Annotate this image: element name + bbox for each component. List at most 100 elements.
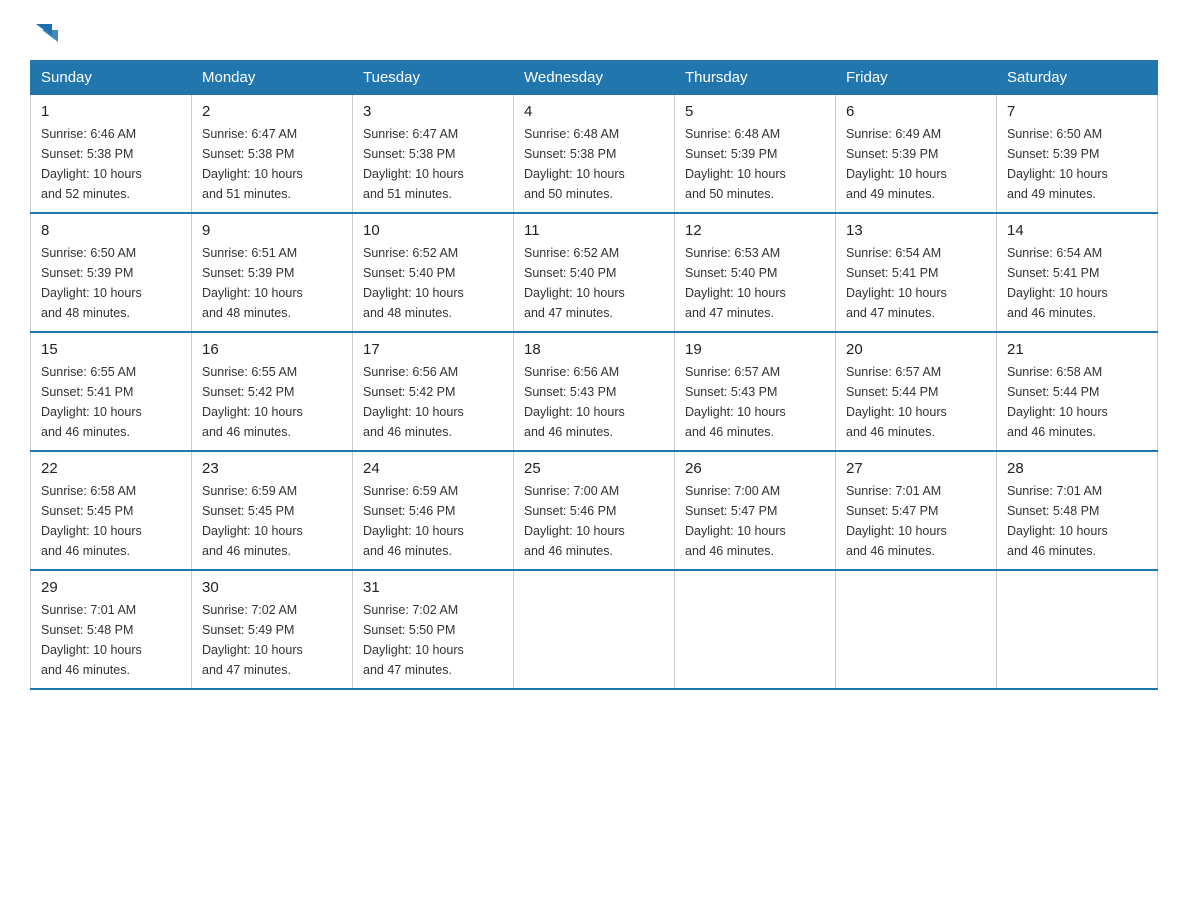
day-number: 24 (363, 460, 503, 477)
calendar-cell: 13 Sunrise: 6:54 AMSunset: 5:41 PMDaylig… (836, 213, 997, 332)
day-info: Sunrise: 6:59 AMSunset: 5:45 PMDaylight:… (202, 481, 342, 561)
day-number: 4 (524, 103, 664, 120)
calendar-cell: 12 Sunrise: 6:53 AMSunset: 5:40 PMDaylig… (675, 213, 836, 332)
day-info: Sunrise: 7:00 AMSunset: 5:46 PMDaylight:… (524, 481, 664, 561)
calendar-cell: 4 Sunrise: 6:48 AMSunset: 5:38 PMDayligh… (514, 95, 675, 214)
day-info: Sunrise: 6:56 AMSunset: 5:43 PMDaylight:… (524, 362, 664, 442)
day-of-week-header: Friday (836, 61, 997, 95)
calendar-cell: 15 Sunrise: 6:55 AMSunset: 5:41 PMDaylig… (31, 332, 192, 451)
day-number: 23 (202, 460, 342, 477)
day-info: Sunrise: 6:57 AMSunset: 5:43 PMDaylight:… (685, 362, 825, 442)
day-number: 31 (363, 579, 503, 596)
day-number: 5 (685, 103, 825, 120)
day-info: Sunrise: 6:46 AMSunset: 5:38 PMDaylight:… (41, 124, 181, 204)
day-of-week-header: Sunday (31, 61, 192, 95)
calendar-cell: 17 Sunrise: 6:56 AMSunset: 5:42 PMDaylig… (353, 332, 514, 451)
day-number: 30 (202, 579, 342, 596)
calendar-cell: 18 Sunrise: 6:56 AMSunset: 5:43 PMDaylig… (514, 332, 675, 451)
day-of-week-header: Tuesday (353, 61, 514, 95)
calendar-cell: 27 Sunrise: 7:01 AMSunset: 5:47 PMDaylig… (836, 451, 997, 570)
day-of-week-header: Monday (192, 61, 353, 95)
day-info: Sunrise: 6:52 AMSunset: 5:40 PMDaylight:… (524, 243, 664, 323)
day-number: 15 (41, 341, 181, 358)
day-number: 21 (1007, 341, 1147, 358)
calendar-cell: 29 Sunrise: 7:01 AMSunset: 5:48 PMDaylig… (31, 570, 192, 689)
calendar-cell: 8 Sunrise: 6:50 AMSunset: 5:39 PMDayligh… (31, 213, 192, 332)
day-number: 14 (1007, 222, 1147, 239)
calendar-cell: 5 Sunrise: 6:48 AMSunset: 5:39 PMDayligh… (675, 95, 836, 214)
calendar-cell: 3 Sunrise: 6:47 AMSunset: 5:38 PMDayligh… (353, 95, 514, 214)
calendar-cell: 9 Sunrise: 6:51 AMSunset: 5:39 PMDayligh… (192, 213, 353, 332)
day-info: Sunrise: 6:47 AMSunset: 5:38 PMDaylight:… (363, 124, 503, 204)
calendar-cell: 23 Sunrise: 6:59 AMSunset: 5:45 PMDaylig… (192, 451, 353, 570)
day-info: Sunrise: 6:50 AMSunset: 5:39 PMDaylight:… (1007, 124, 1147, 204)
calendar-cell: 2 Sunrise: 6:47 AMSunset: 5:38 PMDayligh… (192, 95, 353, 214)
day-info: Sunrise: 6:54 AMSunset: 5:41 PMDaylight:… (1007, 243, 1147, 323)
calendar-cell: 11 Sunrise: 6:52 AMSunset: 5:40 PMDaylig… (514, 213, 675, 332)
calendar-cell: 24 Sunrise: 6:59 AMSunset: 5:46 PMDaylig… (353, 451, 514, 570)
day-number: 9 (202, 222, 342, 239)
calendar-cell: 7 Sunrise: 6:50 AMSunset: 5:39 PMDayligh… (997, 95, 1158, 214)
page-header (30, 20, 1158, 40)
calendar-cell: 6 Sunrise: 6:49 AMSunset: 5:39 PMDayligh… (836, 95, 997, 214)
day-of-week-header: Thursday (675, 61, 836, 95)
calendar-cell (836, 570, 997, 689)
day-info: Sunrise: 6:49 AMSunset: 5:39 PMDaylight:… (846, 124, 986, 204)
day-number: 26 (685, 460, 825, 477)
calendar-cell (514, 570, 675, 689)
calendar-cell: 22 Sunrise: 6:58 AMSunset: 5:45 PMDaylig… (31, 451, 192, 570)
day-number: 25 (524, 460, 664, 477)
day-number: 19 (685, 341, 825, 358)
day-number: 28 (1007, 460, 1147, 477)
day-info: Sunrise: 7:01 AMSunset: 5:47 PMDaylight:… (846, 481, 986, 561)
calendar-table: SundayMondayTuesdayWednesdayThursdayFrid… (30, 60, 1158, 690)
day-info: Sunrise: 6:58 AMSunset: 5:44 PMDaylight:… (1007, 362, 1147, 442)
day-info: Sunrise: 6:52 AMSunset: 5:40 PMDaylight:… (363, 243, 503, 323)
day-info: Sunrise: 6:57 AMSunset: 5:44 PMDaylight:… (846, 362, 986, 442)
day-info: Sunrise: 6:56 AMSunset: 5:42 PMDaylight:… (363, 362, 503, 442)
logo (30, 20, 60, 40)
calendar-cell (675, 570, 836, 689)
day-info: Sunrise: 6:55 AMSunset: 5:42 PMDaylight:… (202, 362, 342, 442)
day-info: Sunrise: 6:55 AMSunset: 5:41 PMDaylight:… (41, 362, 181, 442)
calendar-cell: 21 Sunrise: 6:58 AMSunset: 5:44 PMDaylig… (997, 332, 1158, 451)
calendar-cell: 10 Sunrise: 6:52 AMSunset: 5:40 PMDaylig… (353, 213, 514, 332)
day-number: 7 (1007, 103, 1147, 120)
calendar-cell: 19 Sunrise: 6:57 AMSunset: 5:43 PMDaylig… (675, 332, 836, 451)
calendar-cell: 31 Sunrise: 7:02 AMSunset: 5:50 PMDaylig… (353, 570, 514, 689)
day-info: Sunrise: 6:47 AMSunset: 5:38 PMDaylight:… (202, 124, 342, 204)
day-info: Sunrise: 7:00 AMSunset: 5:47 PMDaylight:… (685, 481, 825, 561)
day-number: 2 (202, 103, 342, 120)
day-number: 27 (846, 460, 986, 477)
calendar-cell: 14 Sunrise: 6:54 AMSunset: 5:41 PMDaylig… (997, 213, 1158, 332)
day-info: Sunrise: 6:54 AMSunset: 5:41 PMDaylight:… (846, 243, 986, 323)
day-number: 22 (41, 460, 181, 477)
day-number: 11 (524, 222, 664, 239)
calendar-cell: 30 Sunrise: 7:02 AMSunset: 5:49 PMDaylig… (192, 570, 353, 689)
calendar-cell: 1 Sunrise: 6:46 AMSunset: 5:38 PMDayligh… (31, 95, 192, 214)
day-info: Sunrise: 7:01 AMSunset: 5:48 PMDaylight:… (41, 600, 181, 680)
day-info: Sunrise: 6:51 AMSunset: 5:39 PMDaylight:… (202, 243, 342, 323)
day-number: 8 (41, 222, 181, 239)
day-number: 10 (363, 222, 503, 239)
day-of-week-header: Saturday (997, 61, 1158, 95)
calendar-cell: 16 Sunrise: 6:55 AMSunset: 5:42 PMDaylig… (192, 332, 353, 451)
day-info: Sunrise: 7:02 AMSunset: 5:50 PMDaylight:… (363, 600, 503, 680)
day-number: 13 (846, 222, 986, 239)
day-info: Sunrise: 6:53 AMSunset: 5:40 PMDaylight:… (685, 243, 825, 323)
day-number: 16 (202, 341, 342, 358)
day-info: Sunrise: 7:01 AMSunset: 5:48 PMDaylight:… (1007, 481, 1147, 561)
day-info: Sunrise: 6:58 AMSunset: 5:45 PMDaylight:… (41, 481, 181, 561)
day-info: Sunrise: 6:48 AMSunset: 5:39 PMDaylight:… (685, 124, 825, 204)
calendar-cell: 26 Sunrise: 7:00 AMSunset: 5:47 PMDaylig… (675, 451, 836, 570)
calendar-cell (997, 570, 1158, 689)
day-number: 17 (363, 341, 503, 358)
day-info: Sunrise: 7:02 AMSunset: 5:49 PMDaylight:… (202, 600, 342, 680)
day-number: 1 (41, 103, 181, 120)
day-info: Sunrise: 6:59 AMSunset: 5:46 PMDaylight:… (363, 481, 503, 561)
day-number: 29 (41, 579, 181, 596)
day-number: 3 (363, 103, 503, 120)
day-number: 18 (524, 341, 664, 358)
day-of-week-header: Wednesday (514, 61, 675, 95)
calendar-cell: 28 Sunrise: 7:01 AMSunset: 5:48 PMDaylig… (997, 451, 1158, 570)
